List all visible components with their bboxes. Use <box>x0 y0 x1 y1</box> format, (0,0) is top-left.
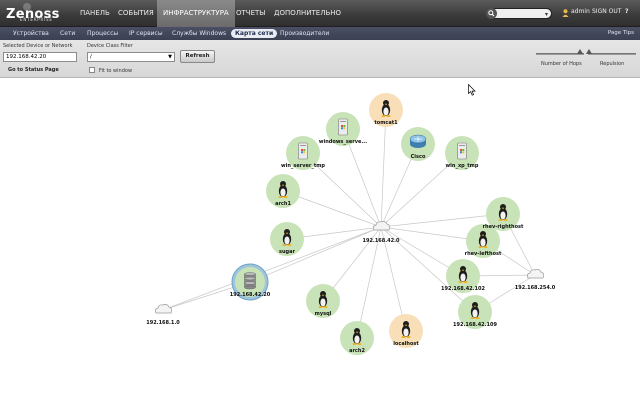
tab-networks[interactable]: Сети <box>60 27 75 40</box>
network-map[interactable]: 192.168.42.0 192.168.1.0 192.168.254.0 tomc… <box>0 78 640 400</box>
device-label[interactable]: Cisco <box>411 154 426 160</box>
device-network-input[interactable]: 192.168.42.20 <box>3 52 77 62</box>
repulsion-label: Repulsion <box>600 61 625 67</box>
device-label[interactable]: win_server_tmp <box>281 163 325 169</box>
windows-server-icon <box>338 118 348 136</box>
logo-subtitle: ENTERPRISE <box>20 17 53 22</box>
device-label[interactable]: tomcat1 <box>374 120 397 126</box>
nav-events[interactable]: СОБЫТИЯ <box>112 0 160 27</box>
nav-reports[interactable]: ОТЧЕТЫ <box>230 0 271 27</box>
device-label[interactable]: arch2 <box>349 348 365 354</box>
user-icon <box>562 9 569 17</box>
device-label[interactable]: 192.168.42.20 <box>230 292 271 298</box>
logo-swirl-icon <box>23 3 31 11</box>
device-label[interactable]: rhev-lefthost <box>465 251 502 257</box>
tab-devices[interactable]: Устройства <box>13 27 49 40</box>
device-label[interactable]: 192.168.42.102 <box>441 286 485 292</box>
windows-server-icon <box>457 142 467 160</box>
network-node-label[interactable]: 192.168.1.0 <box>146 320 180 326</box>
tab-network-map[interactable]: Карта сети <box>231 29 278 38</box>
device-field-label: Selected Device or Network <box>3 43 73 49</box>
device-label[interactable]: windows_serve... <box>319 139 367 145</box>
device-label[interactable]: mysql <box>315 311 332 317</box>
network-node[interactable] <box>154 303 173 314</box>
device-label[interactable]: 192.168.42.109 <box>453 322 497 328</box>
class-filter-label: Device Class Filter <box>87 43 133 49</box>
windows-server-icon <box>298 142 308 160</box>
search-icon <box>486 8 497 19</box>
zenoss-logo[interactable]: Zenoss ENTERPRISE <box>6 3 60 22</box>
network-link <box>380 109 387 228</box>
chevron-down-icon: ▼ <box>168 54 172 60</box>
network-node-label[interactable]: 192.168.254.0 <box>515 285 556 291</box>
network-hub-label[interactable]: 192.168.42.0 <box>362 238 399 244</box>
hops-label: Number of Hops <box>541 61 582 67</box>
sign-out-link[interactable]: SIGN OUT <box>592 8 621 15</box>
tab-manufacturers[interactable]: Производители <box>280 27 329 40</box>
tab-windows-services[interactable]: Службы Windows <box>172 27 226 40</box>
device-label[interactable]: rhev-righthost <box>483 224 524 230</box>
refresh-button[interactable]: Refresh <box>180 50 215 63</box>
page-tips-link[interactable]: Page Tips <box>608 27 634 40</box>
tab-ip-services[interactable]: IP сервисы <box>129 27 163 40</box>
network-map-canvas[interactable] <box>0 78 640 400</box>
cisco-router-icon <box>409 134 427 148</box>
device-label[interactable]: localhost <box>393 341 419 347</box>
search-dropdown-icon[interactable]: ▾ <box>545 11 548 18</box>
device-label[interactable]: win_xp_tmp <box>446 163 479 169</box>
network-hub-node[interactable] <box>372 220 391 231</box>
device-class-select[interactable]: / ▼ <box>87 52 175 62</box>
repulsion-slider-thumb[interactable] <box>586 49 592 54</box>
device-label[interactable]: sugar <box>279 249 295 255</box>
nav-dashboard[interactable]: ПАНЕЛЬ <box>74 0 116 27</box>
nav-advanced[interactable]: ДОПОЛНИТЕЛЬНО <box>268 0 347 27</box>
fit-to-window-label: Fit to window <box>99 68 133 74</box>
mouse-cursor-icon <box>468 84 476 96</box>
repulsion-slider-track[interactable] <box>588 53 636 55</box>
search-input[interactable]: ▾ <box>486 8 552 19</box>
username[interactable]: admin <box>571 8 590 15</box>
nav-infrastructure[interactable]: ИНФРАСТРУКТУРА <box>157 0 235 27</box>
status-page-link[interactable]: Go to Status Page <box>8 67 59 73</box>
class-select-value: / <box>90 54 92 60</box>
device-label[interactable]: arch1 <box>275 201 291 207</box>
help-icon[interactable]: ? <box>625 8 628 15</box>
fit-to-window-checkbox[interactable] <box>89 67 95 73</box>
map-controls-panel: Selected Device or Network 192.168.42.20… <box>0 40 640 78</box>
storage-database-icon <box>244 272 256 290</box>
network-node[interactable] <box>526 268 545 279</box>
sub-navigation-bar: Устройства Сети Процессы IP сервисы Служ… <box>0 27 640 40</box>
tab-processes[interactable]: Процессы <box>87 27 118 40</box>
hops-slider-thumb[interactable] <box>577 49 583 54</box>
top-navigation-bar: Zenoss ENTERPRISE ПАНЕЛЬ СОБЫТИЯ ИНФРАСТ… <box>0 0 640 27</box>
